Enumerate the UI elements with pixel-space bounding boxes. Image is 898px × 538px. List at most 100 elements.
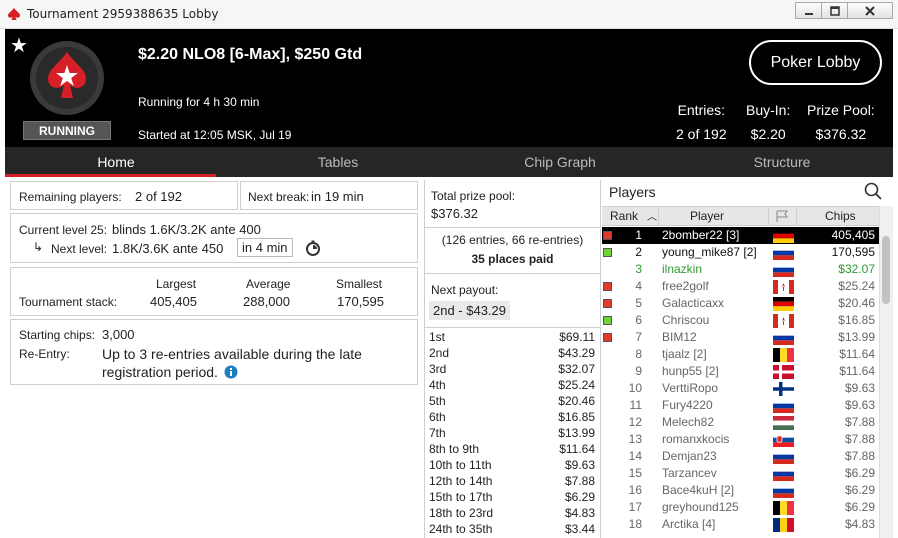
payout-place: 12th to 14th [429,474,493,488]
player-row[interactable]: 7 BIM12 $13.99 [602,329,879,346]
average-stack-value: 288,000 [243,294,290,309]
flag-column-icon[interactable] [775,210,789,222]
country-flag-icon [773,484,794,498]
player-name: VerttiRopo [662,381,719,395]
player-row[interactable]: 3 ilnazkin $32.07 [602,261,879,278]
player-chips: $11.64 [839,347,875,361]
minimize-icon [804,12,813,15]
col-player[interactable]: Player [690,209,724,223]
country-flag-icon [773,518,794,532]
player-row[interactable]: 6 Chriscou $16.85 [602,312,879,329]
players-header: Players [602,180,893,206]
col-rank[interactable]: Rank [610,209,638,223]
minimize-button[interactable] [795,2,822,19]
player-row[interactable]: 8 tjaalz [2] $11.64 [602,346,879,363]
next-level-label: Next level: [51,242,108,256]
smallest-stack-label: Smallest [336,277,383,291]
player-row[interactable]: 10 VerttiRopo $9.63 [602,380,879,397]
player-name: greyhound125 [662,500,739,514]
next-break-value: in 19 min [311,189,364,204]
poker-lobby-button[interactable]: Poker Lobby [749,40,882,85]
player-row[interactable]: 2 young_mike87 [2] 170,595 [602,244,879,261]
next-level-countdown: in 4 min [237,238,293,257]
player-rank: 5 [635,296,642,310]
payout-amount: $32.07 [558,362,595,376]
player-row[interactable]: 15 Tarzancev $6.29 [602,465,879,482]
player-row[interactable]: 11 Fury4220 $9.63 [602,397,879,414]
player-row[interactable]: 4 free2golf $25.24 [602,278,879,295]
player-row[interactable]: 12 Melech82 $7.88 [602,414,879,431]
divider [425,273,600,274]
player-row[interactable]: 16 Bace4kuH [2] $6.29 [602,482,879,499]
players-column-header: Rank ︿ Player Chips [602,206,879,226]
payout-amount: $20.46 [558,394,595,408]
maximize-button[interactable] [821,2,848,19]
payout-row: 1st $69.11 [429,330,595,346]
next-payout-value: 2nd - $43.29 [429,301,511,320]
column-divider [658,207,659,225]
search-icon[interactable] [864,182,882,200]
player-name: free2golf [662,279,709,293]
payout-place: 4th [429,378,446,392]
payout-row: 6th $16.85 [429,410,595,426]
next-payout-label: Next payout: [431,283,499,297]
players-scrollbar-thumb[interactable] [882,236,890,304]
info-icon[interactable] [224,365,238,379]
payout-row: 10th to 11th $9.63 [429,458,595,474]
largest-stack-label: Largest [156,277,197,291]
player-row[interactable]: 1 2bomber22 [3] 405,405 [602,227,879,244]
player-row[interactable]: 17 greyhound125 $6.29 [602,499,879,516]
tournament-header: ★ RUNNING $2.20 NLO8 [6-Max], $250 Gtd R… [5,29,893,147]
player-rank: 15 [628,466,642,480]
payout-amount: $9.63 [564,458,595,472]
player-chips: $20.46 [838,296,875,310]
sort-ascending-icon[interactable]: ︿ [647,208,657,223]
lobby-tabs: Home Tables Chip Graph Structure [5,147,893,177]
maximize-icon [829,5,840,16]
column-divider [796,207,797,225]
player-name: 2bomber22 [3] [662,228,740,242]
status-indicator [603,282,612,291]
player-row[interactable]: 13 romanxkocis $7.88 [602,431,879,448]
country-flag-icon [773,263,794,277]
tab-structure[interactable]: Structure [671,147,893,177]
total-prize-label: Total prize pool: [431,189,516,203]
tab-tables[interactable]: Tables [227,147,449,177]
payout-place: 6th [429,410,446,424]
favorite-star-icon[interactable]: ★ [10,33,28,58]
payout-amount: $69.11 [559,330,595,344]
player-name: Fury4220 [662,398,713,412]
country-flag-icon [773,399,794,413]
player-rank: 3 [635,262,642,276]
player-rank: 1 [635,228,642,242]
player-rank: 2 [635,245,642,259]
prize-pool-label: Prize Pool: [807,102,875,118]
prize-pool-stat: Prize Pool: $376.32 [807,102,875,142]
divider [425,227,600,228]
close-button[interactable] [847,2,893,19]
tab-home[interactable]: Home [5,147,227,177]
next-level-value: 1.8K/3.6K ante 450 [112,241,224,256]
player-row[interactable]: 14 Demjan23 $7.88 [602,448,879,465]
payout-row: 4th $25.24 [429,378,595,394]
col-chips[interactable]: Chips [825,209,856,223]
player-row[interactable]: 5 Galacticaxx $20.46 [602,295,879,312]
player-rank: 10 [628,381,642,395]
player-name: BIM12 [662,330,697,344]
entries-stat: Entries: 2 of 192 [676,102,727,142]
player-row[interactable]: 18 Arctika [4] $4.83 [602,516,879,533]
country-flag-icon [773,501,794,515]
player-rank: 16 [628,483,642,497]
prize-panel: Total prize pool: $376.32 (126 entries, … [424,180,601,538]
player-rank: 8 [635,347,642,361]
payout-amount: $7.88 [564,474,595,488]
tab-chip-graph[interactable]: Chip Graph [449,147,671,177]
status-badge: RUNNING [23,121,111,140]
player-chips: $9.63 [844,398,875,412]
player-row[interactable]: 9 hunp55 [2] $11.64 [602,363,879,380]
payout-place: 7th [429,426,446,440]
country-flag-icon [773,331,794,345]
player-rank: 14 [628,449,642,463]
status-indicator [603,316,612,325]
payout-place: 3rd [429,362,447,376]
